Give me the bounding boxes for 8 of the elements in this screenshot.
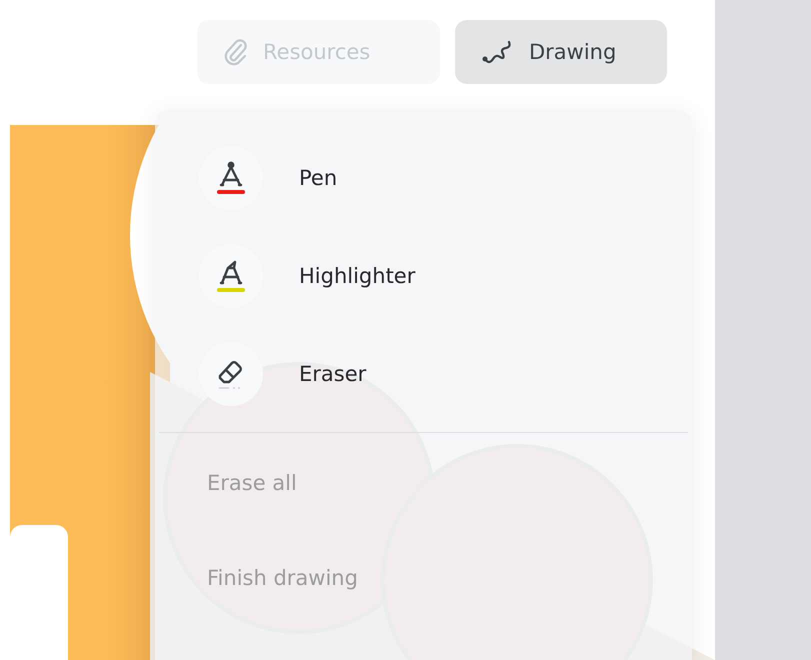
tool-label: Pen [299, 166, 338, 190]
toolbar-tab[interactable]: Drawing [455, 20, 667, 84]
tool-menu-item[interactable]: Eraser [155, 342, 366, 406]
paperclip-icon [223, 37, 249, 67]
tool-menu-item[interactable]: Pen [155, 146, 338, 210]
tool-label: Highlighter [299, 264, 416, 288]
tool-label: Eraser [299, 362, 366, 386]
tool-menu-item[interactable]: Highlighter [155, 244, 416, 308]
